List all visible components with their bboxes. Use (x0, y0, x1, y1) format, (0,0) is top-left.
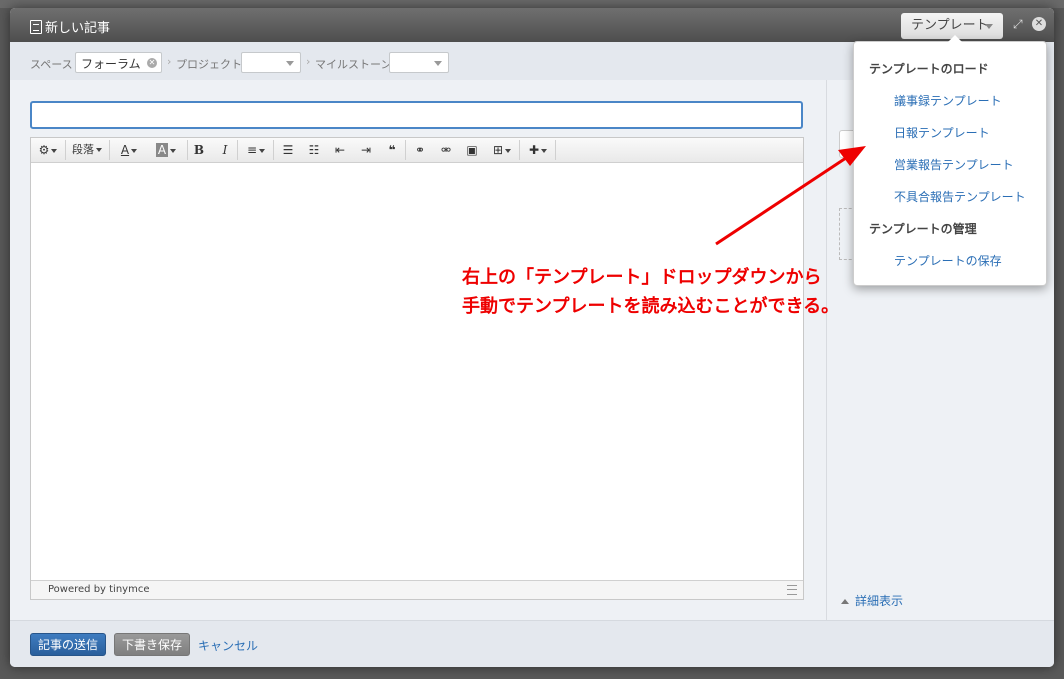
annotation-arrow (715, 146, 866, 246)
annotation-line-2: 手動でテンプレートを読み込むことができる。 (462, 296, 840, 317)
annotation-line-1: 右上の「テンプレート」ドロップダウンから (462, 267, 822, 288)
